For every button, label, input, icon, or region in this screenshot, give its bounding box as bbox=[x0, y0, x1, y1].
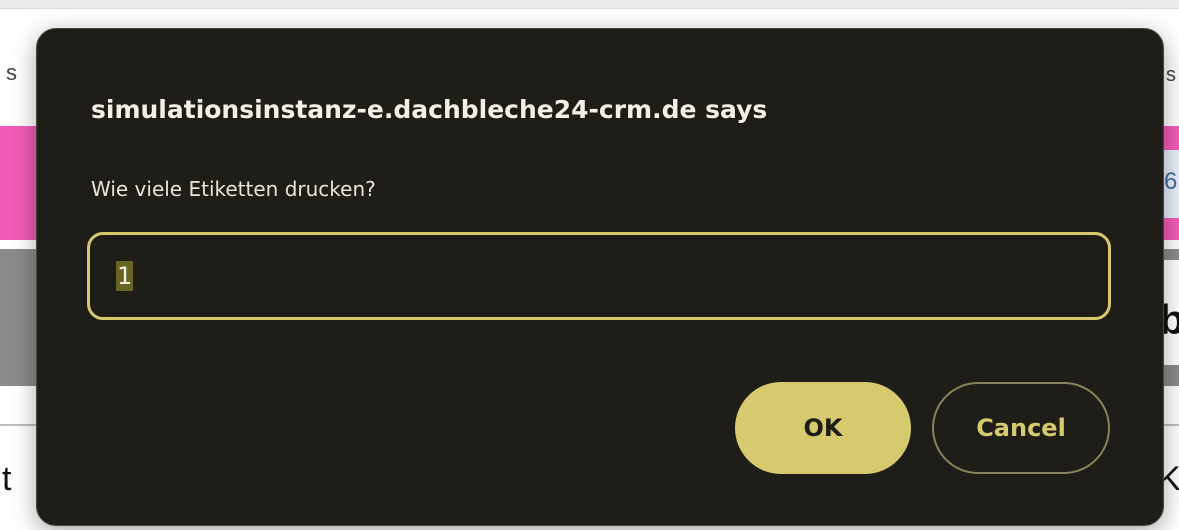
page-top-divider bbox=[0, 8, 1179, 9]
cancel-button[interactable]: Cancel bbox=[932, 382, 1110, 474]
dialog-title: simulationsinstanz-e.dachbleche24-crm.de… bbox=[91, 95, 768, 124]
page-text-fragment: s bbox=[6, 60, 17, 85]
page-text-fragment: t bbox=[2, 460, 12, 498]
quantity-input-value[interactable]: 1 bbox=[116, 261, 134, 291]
page-text-fragment: s bbox=[1166, 64, 1176, 86]
page-text-fragment: 6 bbox=[1164, 168, 1178, 195]
page-top-bar bbox=[0, 0, 1179, 8]
dialog-message: Wie viele Etiketten drucken? bbox=[91, 177, 376, 201]
quantity-input[interactable]: 1 bbox=[87, 232, 1111, 320]
ok-button[interactable]: OK bbox=[735, 382, 911, 474]
prompt-dialog: simulationsinstanz-e.dachbleche24-crm.de… bbox=[36, 28, 1164, 526]
browser-page: s s 6 b t K simulationsinstanz-e.dachble… bbox=[0, 0, 1179, 530]
